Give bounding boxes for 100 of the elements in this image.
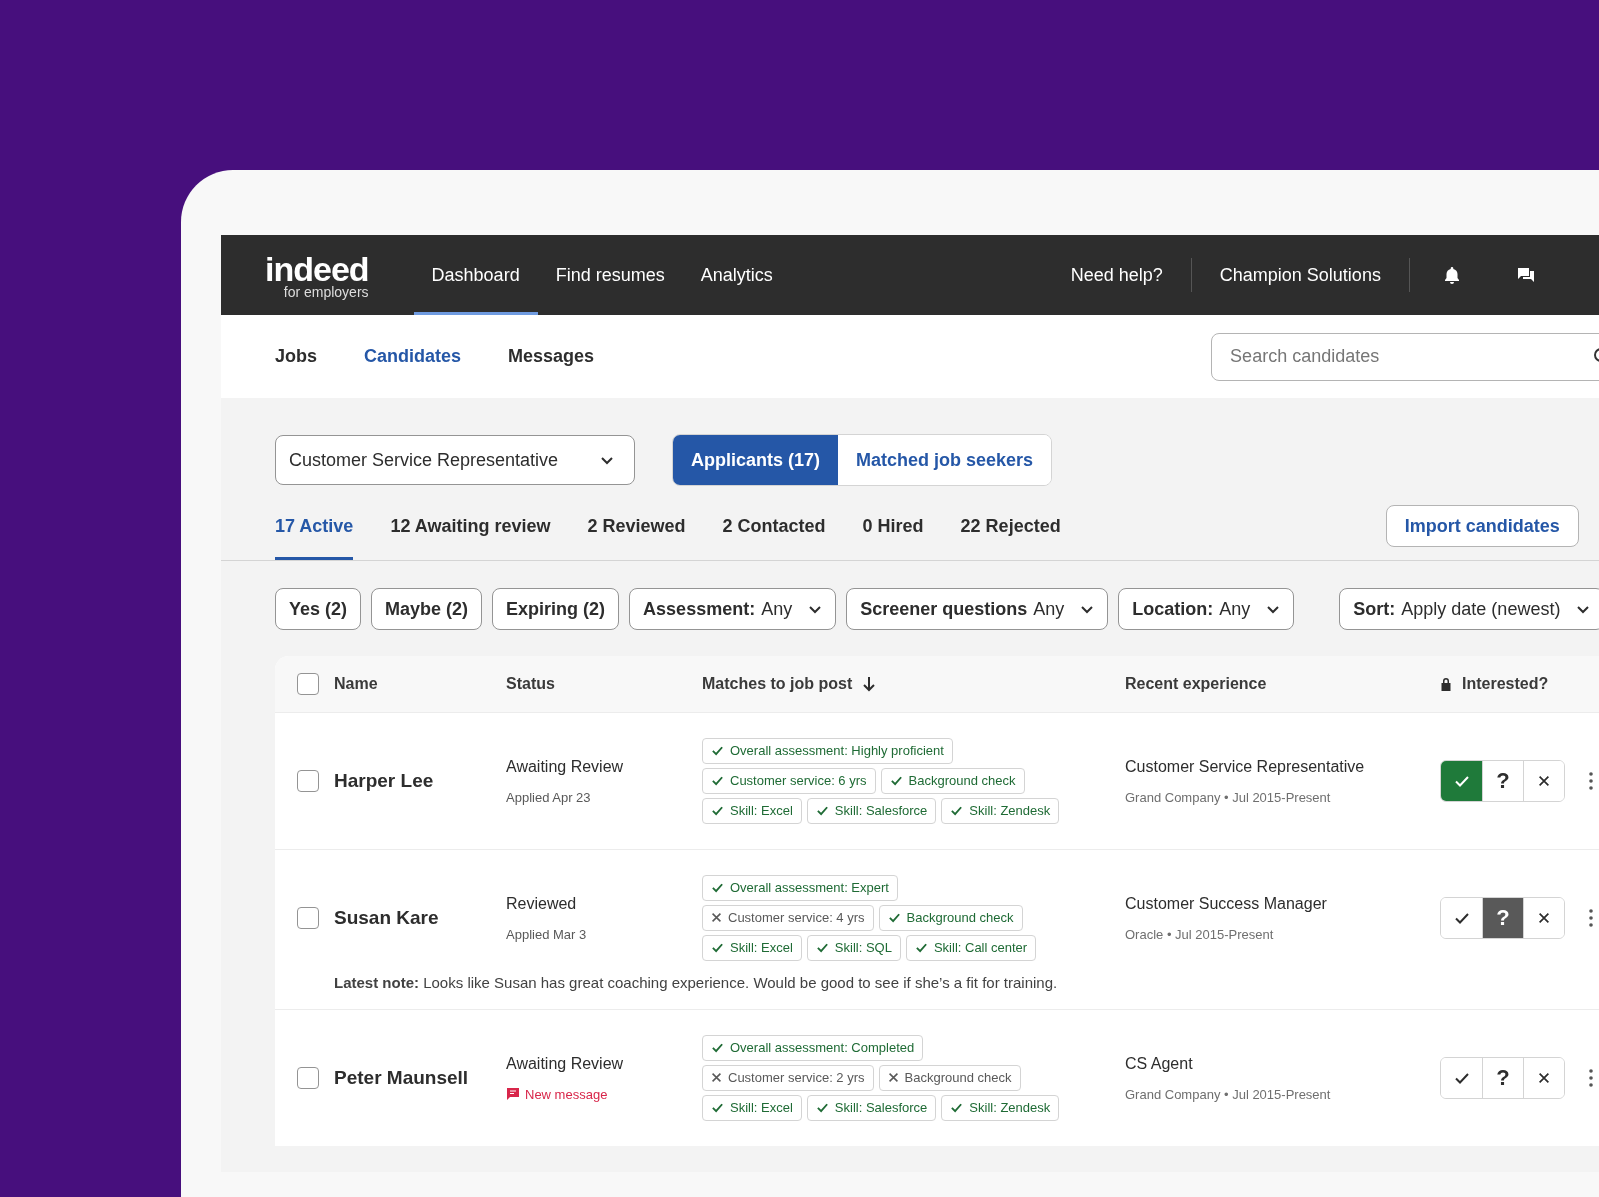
section-tab[interactable]: Messages <box>508 346 595 367</box>
no-button[interactable] <box>1523 898 1564 938</box>
sort-dropdown[interactable]: Sort: Apply date (newest) <box>1339 588 1599 630</box>
more-options-icon[interactable] <box>1589 1068 1593 1088</box>
new-message-link[interactable]: New message <box>506 1086 702 1102</box>
select-all-checkbox[interactable] <box>297 673 319 695</box>
candidate-name[interactable]: Harper Lee <box>334 770 434 791</box>
match-tag: Customer service: 4 yrs <box>702 904 874 931</box>
view-toggle-button[interactable]: Applicants (17) <box>673 435 839 485</box>
more-options-icon[interactable] <box>1589 771 1593 791</box>
help-link[interactable]: Need help? <box>1052 235 1181 315</box>
column-header: Interested? <box>1462 675 1549 693</box>
match-tag: Customer service: 6 yrs <box>702 767 876 794</box>
status-tab[interactable]: 12 Awaiting review <box>390 502 551 560</box>
applied-date: Applied Mar 3 <box>506 926 588 942</box>
status-text: Reviewed <box>506 894 578 913</box>
lock-icon <box>1440 677 1452 691</box>
match-tag: Skill: Zendesk <box>941 797 1060 824</box>
status-text: Awaiting Review <box>506 757 625 776</box>
check-icon <box>711 804 724 817</box>
column-header: Status <box>506 675 555 693</box>
nav-link[interactable]: Analytics <box>682 235 791 315</box>
column-header: Matches to job post <box>702 675 853 693</box>
filter-dropdown[interactable]: Screener questions Any <box>846 588 1109 630</box>
match-tag: Customer service: 2 yrs <box>702 1064 874 1091</box>
match-tag: Overall assessment: Completed <box>702 1034 924 1061</box>
check-icon <box>815 941 829 954</box>
arrow-down-icon[interactable] <box>862 676 877 692</box>
match-tag: Overall assessment: Highly proficient <box>702 737 953 764</box>
filter-chip[interactable]: Expiring (2) <box>492 588 620 630</box>
account-menu[interactable]: Champion Solutions <box>1201 235 1399 315</box>
filter-value: Any <box>1219 598 1251 620</box>
match-tag: Skill: SQL <box>806 934 901 961</box>
status-text: Awaiting Review <box>506 1054 625 1073</box>
nav-link[interactable]: Find resumes <box>537 235 683 315</box>
column-header: Recent experience <box>1125 675 1267 693</box>
match-tag: Skill: Call center <box>905 934 1037 961</box>
import-candidates-button[interactable]: Import candidates <box>1385 505 1579 547</box>
no-button[interactable] <box>1523 761 1564 801</box>
filter-label: Location: <box>1132 598 1214 620</box>
experience-title: Customer Success Manager <box>1125 894 1328 913</box>
filter-value: Any <box>1033 598 1065 620</box>
column-header: Name <box>334 675 378 693</box>
cross-icon <box>711 1072 722 1083</box>
message-icon <box>506 1087 520 1101</box>
logo[interactable]: indeed for employers <box>265 251 369 299</box>
check-icon <box>711 1101 724 1114</box>
match-tag: Skill: Excel <box>702 934 802 961</box>
match-tag: Skill: Excel <box>702 797 802 824</box>
job-dropdown[interactable]: Customer Service Representative <box>275 435 635 485</box>
check-icon <box>815 1101 829 1114</box>
close-icon <box>1537 911 1551 925</box>
filter-chip[interactable]: Yes (2) <box>275 588 362 630</box>
match-tag: Skill: Salesforce <box>806 797 937 824</box>
check-icon <box>711 941 724 954</box>
match-tag: Background check <box>878 1064 1021 1091</box>
close-icon <box>1537 774 1551 788</box>
filter-label: Assessment: <box>643 598 756 620</box>
no-button[interactable] <box>1523 1058 1564 1098</box>
search-field[interactable]: Search candidates <box>1211 332 1599 381</box>
row-checkbox[interactable] <box>297 907 319 929</box>
section-tab[interactable]: Jobs <box>275 346 317 367</box>
match-tag: Skill: Excel <box>702 1094 802 1121</box>
experience-title: CS Agent <box>1125 1054 1194 1073</box>
candidate-name[interactable]: Peter Maunsell <box>334 1067 469 1088</box>
maybe-button[interactable]: ? <box>1482 898 1523 938</box>
status-tab[interactable]: 17 Active <box>275 502 354 560</box>
filter-chip[interactable]: Maybe (2) <box>371 588 483 630</box>
experience-company: Oracle • Jul 2015-Present <box>1125 926 1275 942</box>
experience-company: Grand Company • Jul 2015-Present <box>1125 1086 1332 1102</box>
close-icon <box>1537 1071 1551 1085</box>
check-icon <box>914 941 928 954</box>
status-tab[interactable]: 0 Hired <box>862 502 924 560</box>
filter-dropdown[interactable]: Assessment: Any <box>629 588 837 630</box>
yes-button[interactable] <box>1441 761 1482 801</box>
filter-label: Screener questions <box>860 598 1028 620</box>
section-tab[interactable]: Candidates <box>364 346 462 367</box>
candidate-name[interactable]: Susan Kare <box>334 907 439 928</box>
experience-company: Grand Company • Jul 2015-Present <box>1125 789 1332 805</box>
row-checkbox[interactable] <box>297 1067 319 1089</box>
match-tag: Skill: Zendesk <box>941 1094 1060 1121</box>
experience-title: Customer Service Representative <box>1125 757 1366 776</box>
filter-dropdown[interactable]: Location: Any <box>1118 588 1295 630</box>
more-options-icon[interactable] <box>1589 908 1593 928</box>
status-tab[interactable]: 2 Reviewed <box>587 502 686 560</box>
cross-icon <box>887 1072 899 1083</box>
sort-label: Sort: <box>1353 598 1396 620</box>
row-checkbox[interactable] <box>297 770 319 792</box>
match-tag: Overall assessment: Expert <box>702 874 898 901</box>
status-tab[interactable]: 2 Contacted <box>722 502 826 560</box>
latest-note: Latest note: Looks like Susan has great coaching experience. Would be good to see if she’s a fit for training. <box>334 974 1059 993</box>
filter-value: Any <box>761 598 793 620</box>
check-icon <box>950 804 964 817</box>
check-icon <box>711 774 724 787</box>
status-tab[interactable]: 22 Rejected <box>960 502 1061 560</box>
check-icon <box>711 881 724 894</box>
match-tag: Background check <box>880 767 1025 794</box>
applied-date: Applied Apr 23 <box>506 789 592 805</box>
check-icon <box>950 1101 964 1114</box>
check-icon <box>887 911 901 924</box>
